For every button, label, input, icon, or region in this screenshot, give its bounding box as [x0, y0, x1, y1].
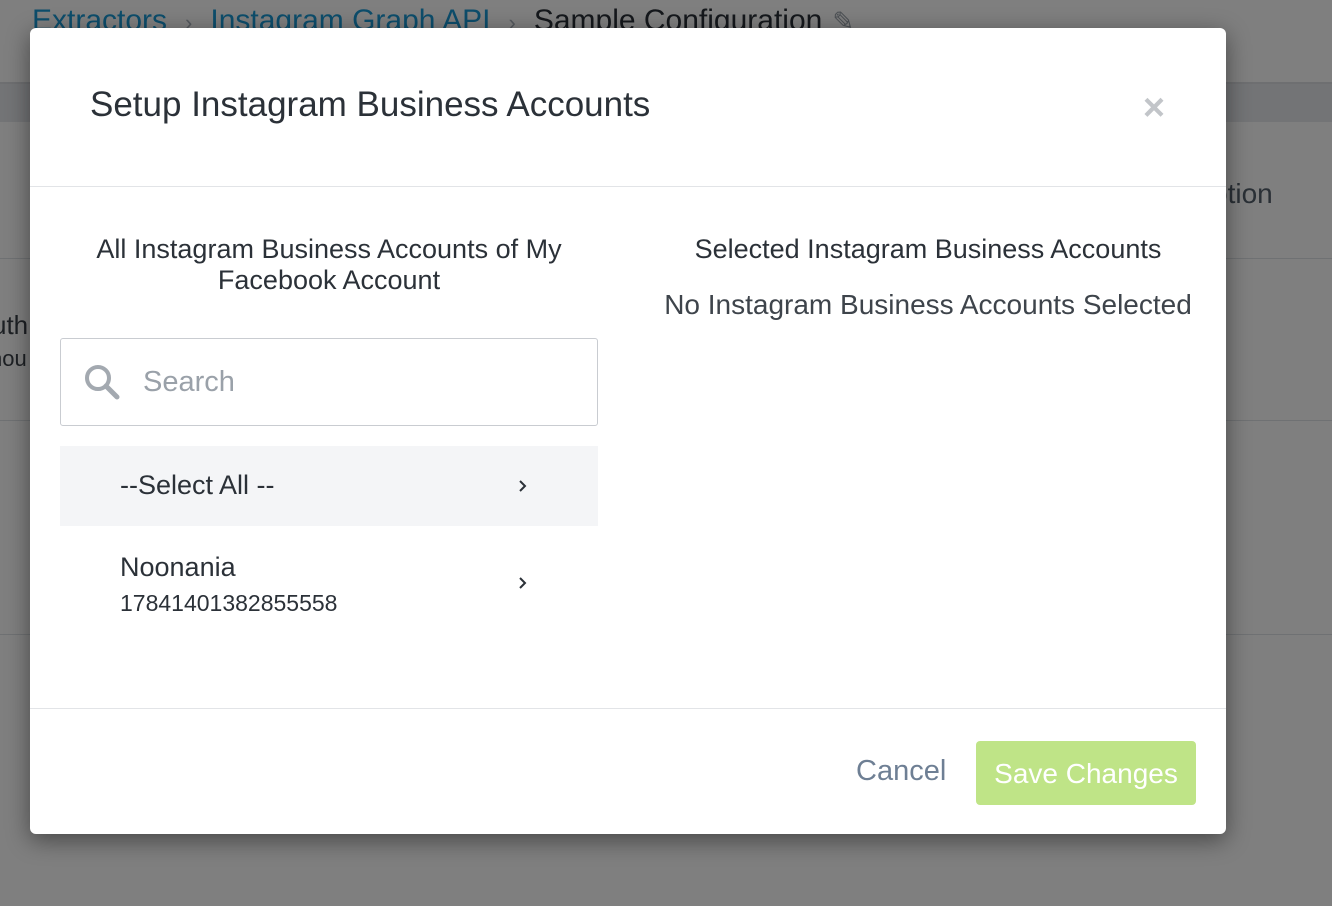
search-box[interactable] [60, 338, 598, 426]
modal-title: Setup Instagram Business Accounts [90, 85, 651, 124]
select-all-item[interactable]: --Select All -- [60, 446, 598, 526]
search-input[interactable] [141, 359, 575, 405]
available-accounts-panel: All Instagram Business Accounts of My Fa… [60, 234, 598, 630]
search-icon [85, 365, 120, 400]
setup-accounts-modal: Setup Instagram Business Accounts × All … [30, 28, 1226, 834]
selected-accounts-heading: Selected Instagram Business Accounts [694, 234, 1162, 264]
chevron-right-icon [519, 480, 527, 492]
select-all-label: --Select All -- [120, 470, 275, 500]
selected-accounts-panel: Selected Instagram Business Accounts No … [648, 234, 1208, 321]
chevron-right-icon [519, 577, 527, 589]
close-icon[interactable]: × [1136, 88, 1172, 128]
modal-header: Setup Instagram Business Accounts × [30, 28, 1226, 187]
save-changes-button[interactable]: Save Changes [976, 741, 1196, 805]
empty-selection-text: No Instagram Business Accounts Selected [664, 289, 1192, 320]
accounts-list: --Select All -- Noonania 178414013828555… [60, 446, 598, 630]
account-name: Noonania [120, 552, 236, 582]
account-list-item[interactable]: Noonania 17841401382855558 [60, 526, 598, 630]
modal-footer: Cancel Save Changes [30, 708, 1226, 835]
cancel-button[interactable]: Cancel [838, 739, 964, 803]
available-accounts-heading: All Instagram Business Accounts of My Fa… [96, 234, 562, 295]
account-id: 17841401382855558 [120, 590, 338, 616]
